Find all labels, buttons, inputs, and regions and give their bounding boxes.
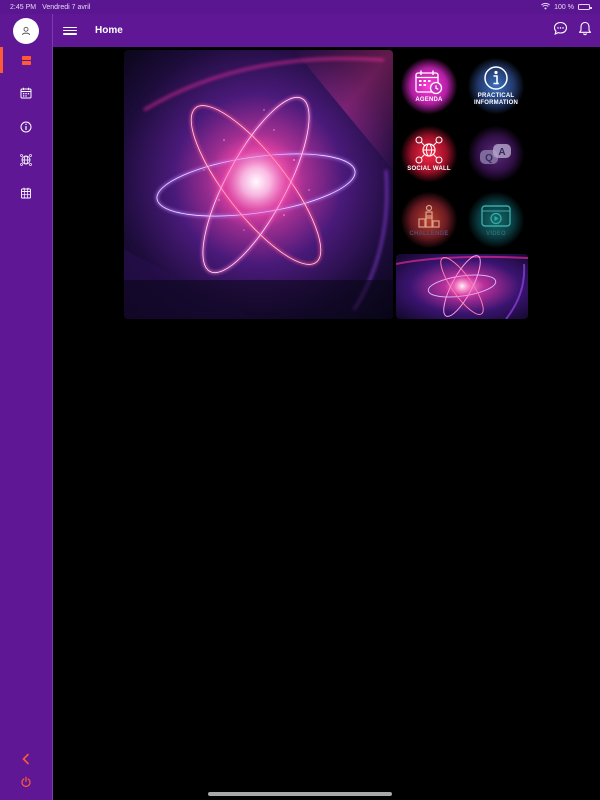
user-icon (22, 26, 30, 36)
tile-practical-information-label: PRACTICAL INFORMATION (473, 93, 519, 106)
notifications-button[interactable] (578, 21, 592, 41)
tile-video-label: VIDEO (486, 230, 506, 237)
sidebar-item-social[interactable] (18, 152, 34, 168)
tile-agenda[interactable]: AGENDA (397, 56, 461, 120)
avatar[interactable] (13, 18, 39, 44)
svg-text:Q: Q (485, 153, 493, 164)
tile-practical-information[interactable]: PRACTICAL INFORMATION (464, 56, 528, 120)
sidebar-item-home[interactable] (18, 52, 34, 68)
chat-bubble-icon (553, 21, 568, 35)
tile-agenda-label: AGENDA (415, 96, 443, 103)
home-indicator (208, 792, 392, 796)
atom-artwork (124, 50, 393, 319)
tile-social-wall[interactable]: SOCIAL WALL (397, 124, 461, 188)
top-app-bar: Home (53, 14, 600, 47)
globe-icon (20, 154, 32, 166)
battery-percent: 100 % (554, 3, 574, 11)
status-date: Vendredi 7 avril (42, 3, 91, 11)
tile-video[interactable]: VIDEO (464, 190, 528, 254)
video-play-icon (481, 204, 511, 227)
banner-atom-artwork (396, 254, 528, 319)
svg-text:A: A (498, 147, 505, 158)
hero-atom-image[interactable] (124, 50, 393, 319)
app-screen: 2:45 PM Vendredi 7 avril 100 % Home AGEN… (0, 0, 600, 800)
page-title: Home (95, 25, 123, 36)
logout-button[interactable] (18, 774, 34, 790)
tile-challenge[interactable]: CHALLENGE (397, 190, 461, 254)
calendar-grid-icon (21, 187, 31, 199)
hamburger-icon (63, 26, 77, 29)
sidebar-item-agenda[interactable] (18, 85, 34, 101)
sidebar-item-info[interactable] (18, 119, 34, 135)
chat-button[interactable] (553, 21, 568, 41)
calendar-icon (20, 87, 32, 99)
qa-bubbles-icon: Q A (480, 144, 511, 164)
tile-challenge-label: CHALLENGE (409, 230, 449, 237)
battery-icon (578, 4, 592, 10)
sidebar (0, 0, 53, 800)
info-icon (20, 121, 32, 133)
status-bar: 2:45 PM Vendredi 7 avril 100 % (0, 0, 600, 14)
info-circle-icon (484, 66, 508, 90)
home-icon (21, 55, 31, 65)
sidebar-collapse-button[interactable] (18, 751, 34, 767)
sidebar-active-indicator (0, 47, 3, 73)
calendar-clock-icon (415, 70, 443, 94)
network-globe-icon (415, 136, 443, 163)
status-time: 2:45 PM (10, 3, 37, 11)
tile-qa[interactable]: Q A (464, 124, 528, 188)
tile-social-wall-label: SOCIAL WALL (407, 165, 451, 172)
bell-icon (578, 21, 592, 35)
wifi-icon (541, 2, 551, 12)
chevron-left-icon (22, 753, 29, 765)
hamburger-menu-button[interactable] (63, 25, 77, 37)
power-icon (21, 776, 31, 787)
sidebar-item-challenge[interactable] (18, 185, 34, 201)
banner-atom-image[interactable] (396, 254, 528, 319)
podium-icon (418, 204, 440, 228)
